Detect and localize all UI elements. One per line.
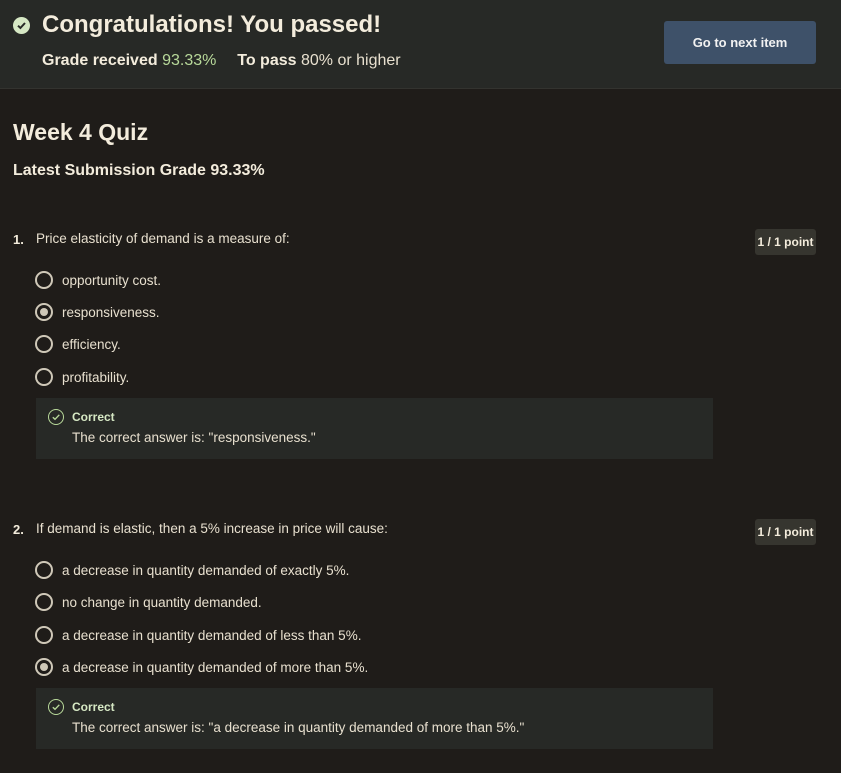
option-label: efficiency.	[62, 336, 121, 352]
question-2-number: 2.	[13, 522, 24, 537]
radio-button[interactable]	[35, 561, 53, 579]
check-circle-icon	[13, 17, 30, 34]
question-1-option-2[interactable]: responsiveness.	[35, 302, 160, 322]
option-label: a decrease in quantity demanded of exact…	[62, 562, 350, 578]
to-pass-suffix: or higher	[337, 52, 401, 69]
grade-received-value: 93.33%	[162, 52, 217, 69]
radio-button[interactable]	[35, 593, 53, 611]
to-pass-value: 80%	[300, 52, 334, 69]
feedback-status: Correct	[72, 410, 115, 424]
question-2-option-4[interactable]: a decrease in quantity demanded of more …	[35, 657, 368, 677]
radio-button[interactable]	[35, 271, 53, 289]
go-to-next-item-button[interactable]: Go to next item	[664, 21, 816, 64]
grade-summary: Grade received 93.33% To pass 80% or hig…	[42, 52, 401, 70]
radio-button[interactable]	[35, 368, 53, 386]
quiz-title: Week 4 Quiz	[13, 119, 149, 145]
pass-banner: Congratulations! You passed! Grade recei…	[0, 0, 841, 89]
question-1-option-3[interactable]: efficiency.	[35, 334, 121, 354]
grade-received-label: Grade received	[42, 52, 158, 69]
question-1-option-1[interactable]: opportunity cost.	[35, 270, 161, 290]
question-1-option-4[interactable]: profitability.	[35, 367, 129, 387]
question-1-points-badge: 1 / 1 point	[755, 229, 816, 255]
option-label: profitability.	[62, 369, 130, 385]
question-1-text: Price elasticity of demand is a measure …	[36, 231, 290, 246]
feedback-text: The correct answer is: "a decrease in qu…	[72, 720, 525, 735]
question-1-feedback: Correct The correct answer is: "responsi…	[36, 398, 713, 459]
option-label: no change in quantity demanded.	[62, 594, 262, 610]
radio-button-selected[interactable]	[35, 658, 53, 676]
radio-button[interactable]	[35, 626, 53, 644]
question-2-points-badge: 1 / 1 point	[755, 519, 816, 545]
option-label: a decrease in quantity demanded of more …	[62, 659, 369, 675]
question-2-option-3[interactable]: a decrease in quantity demanded of less …	[35, 625, 361, 645]
radio-button-selected[interactable]	[35, 303, 53, 321]
check-circle-icon	[48, 699, 64, 715]
question-2-option-1[interactable]: a decrease in quantity demanded of exact…	[35, 560, 349, 580]
pass-title: Congratulations! You passed!	[42, 11, 382, 38]
check-circle-icon	[48, 409, 64, 425]
option-label: responsiveness.	[62, 304, 160, 320]
question-2-option-2[interactable]: no change in quantity demanded.	[35, 592, 262, 612]
latest-submission-grade: Latest Submission Grade 93.33%	[13, 162, 265, 179]
radio-button[interactable]	[35, 335, 53, 353]
option-label: a decrease in quantity demanded of less …	[62, 627, 362, 643]
option-label: opportunity cost.	[62, 272, 162, 288]
feedback-text: The correct answer is: "responsiveness."	[72, 430, 316, 445]
feedback-status: Correct	[72, 700, 115, 714]
question-2-text: If demand is elastic, then a 5% increase…	[36, 521, 388, 536]
question-2-feedback: Correct The correct answer is: "a decrea…	[36, 688, 713, 749]
to-pass-label: To pass	[237, 52, 297, 69]
question-1-number: 1.	[13, 232, 24, 247]
